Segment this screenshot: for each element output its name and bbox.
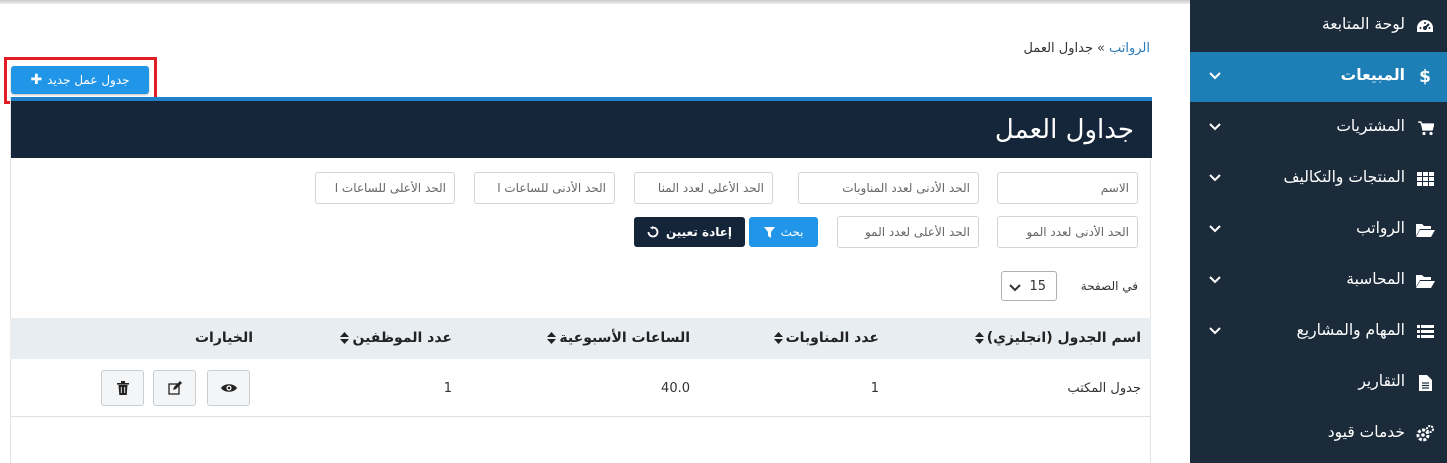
sidebar-item-label: التقارير [1358, 372, 1405, 390]
sidebar-item-qoyod-services[interactable]: خدمات قيود [1190, 409, 1447, 459]
reset-button-label: إعادة تعيين [665, 225, 733, 239]
search-button-label: بحث [780, 225, 804, 239]
sidebar-item-dashboard[interactable]: لوحة المتابعة [1190, 1, 1447, 51]
sidebar-item-products-costs[interactable]: المنتجات والتكاليف [1190, 154, 1447, 204]
column-header-name[interactable]: اسم الجدول (انجليزي) [974, 330, 1141, 346]
table-header: اسم الجدول (انجليزي) عدد المناوبات الساع… [10, 318, 1151, 359]
sidebar-item-purchases[interactable]: المشتريات [1190, 103, 1447, 153]
sort-icon [340, 332, 350, 344]
chevron-down-icon [1209, 123, 1221, 131]
list-icon [1415, 322, 1435, 342]
sidebar-item-label: المنتجات والتكاليف [1283, 168, 1405, 186]
sidebar: لوحة المتابعة $ المبيعات المشتريات المنت… [1190, 0, 1447, 463]
sidebar-item-label: لوحة المتابعة [1321, 15, 1405, 33]
chevron-down-icon [1209, 327, 1221, 335]
panel-header: جداول العمل [11, 97, 1152, 158]
breadcrumb-separator: » [1097, 41, 1105, 56]
name-filter-input[interactable] [997, 172, 1138, 204]
new-work-schedule-label: جدول عمل جديد [47, 73, 130, 87]
search-button[interactable]: بحث [749, 217, 818, 247]
sort-icon [773, 332, 783, 344]
trash-icon [116, 381, 129, 395]
chevron-down-icon [1009, 284, 1021, 292]
sidebar-item-accounting[interactable]: المحاسبة [1190, 256, 1447, 306]
breadcrumb: الرواتب » جداول العمل [1023, 41, 1150, 56]
chevron-down-icon [1209, 225, 1221, 233]
cart-icon [1415, 118, 1435, 138]
undo-icon [647, 226, 659, 238]
breadcrumb-current: جداول العمل [1023, 41, 1093, 56]
min-shifts-input[interactable] [798, 172, 979, 204]
cell-employees: 1 [443, 381, 452, 396]
sidebar-item-label: خدمات قيود [1327, 423, 1405, 441]
sidebar-item-sales[interactable]: $ المبيعات [1190, 52, 1447, 102]
cogs-icon [1415, 424, 1435, 444]
sidebar-item-label: المبيعات [1340, 66, 1405, 84]
column-header-options: الخيارات [194, 330, 253, 346]
sidebar-item-label: المهام والمشاريع [1296, 321, 1405, 339]
sidebar-item-reports[interactable]: التقارير [1190, 358, 1447, 408]
min-employees-input[interactable] [997, 216, 1138, 248]
table-row: جدول المكتب 1 40.0 1 [10, 359, 1151, 417]
sidebar-item-label: الرواتب [1356, 219, 1405, 237]
folder-open-icon [1415, 271, 1435, 291]
column-header-shifts[interactable]: عدد المناوبات [773, 330, 879, 346]
sort-icon [974, 332, 984, 344]
column-header-weekly-hours[interactable]: الساعات الأسبوعية [547, 330, 690, 346]
chevron-down-icon [1209, 276, 1221, 284]
sidebar-item-tasks-projects[interactable]: المهام والمشاريع [1190, 307, 1447, 357]
cell-name: جدول المكتب [1067, 381, 1141, 396]
grid-icon [1415, 169, 1435, 189]
min-hours-input[interactable] [474, 172, 615, 204]
max-shifts-input[interactable] [634, 172, 773, 204]
folder-open-icon [1415, 220, 1435, 240]
top-shadow [0, 0, 1190, 4]
sidebar-item-payroll[interactable]: الرواتب [1190, 205, 1447, 255]
cell-shifts: 1 [870, 381, 879, 396]
column-header-employees[interactable]: عدد الموظفين [340, 330, 452, 346]
per-page-label: في الصفحة [1080, 279, 1138, 293]
per-page-select[interactable]: 15 [1001, 271, 1057, 301]
sidebar-item-label: المحاسبة [1346, 270, 1405, 288]
sort-icon [547, 332, 557, 344]
plus-icon: ✚ [30, 72, 43, 88]
per-page-value: 15 [1029, 279, 1046, 294]
max-hours-input[interactable] [315, 172, 455, 204]
sidebar-item-label: المشتريات [1336, 117, 1405, 135]
cell-weekly-hours: 40.0 [661, 381, 690, 396]
chevron-down-icon [1209, 72, 1221, 80]
edit-button[interactable] [153, 370, 196, 406]
document-icon [1415, 373, 1435, 393]
max-employees-input[interactable] [837, 216, 979, 248]
view-button[interactable] [207, 370, 250, 406]
eye-icon [220, 384, 237, 392]
delete-button[interactable] [101, 370, 144, 406]
chevron-down-icon [1209, 174, 1221, 182]
page-title: جداول العمل [994, 115, 1134, 145]
dashboard-icon [1415, 16, 1435, 36]
edit-icon [167, 381, 182, 395]
breadcrumb-link-payroll[interactable]: الرواتب [1109, 41, 1150, 56]
reset-button[interactable]: إعادة تعيين [634, 217, 745, 247]
filter-icon [763, 226, 775, 238]
dollar-icon: $ [1419, 67, 1431, 87]
new-work-schedule-button[interactable]: جدول عمل جديد ✚ [11, 66, 149, 94]
